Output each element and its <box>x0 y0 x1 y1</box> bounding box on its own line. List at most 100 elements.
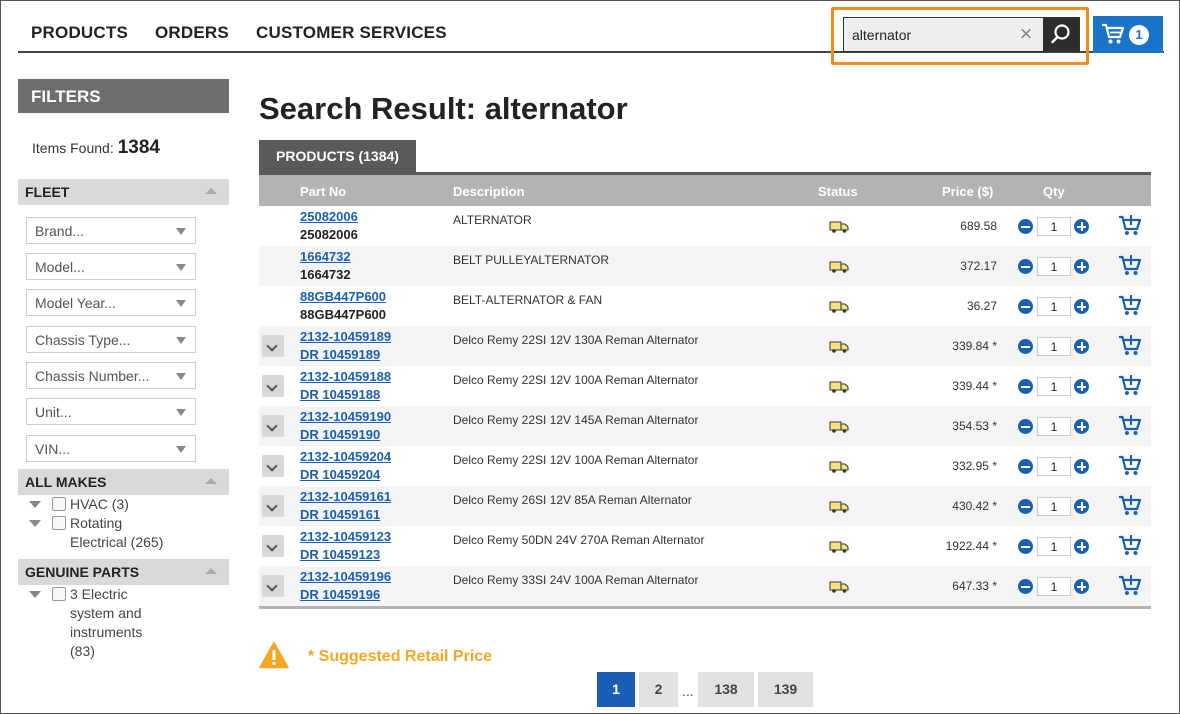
add-to-cart-icon[interactable] <box>1118 294 1142 316</box>
vin-select[interactable]: VIN... <box>26 435 196 462</box>
qty-increase-button[interactable] <box>1074 259 1089 274</box>
qty-input[interactable] <box>1037 297 1071 316</box>
qty-increase-button[interactable] <box>1074 219 1089 234</box>
qty-decrease-button[interactable] <box>1018 299 1033 314</box>
qty-decrease-button[interactable] <box>1018 259 1033 274</box>
add-to-cart-icon[interactable] <box>1118 214 1142 236</box>
column-header-part-no[interactable]: Part No <box>300 184 346 199</box>
dr-number-link[interactable]: DR 10459123 <box>300 547 380 562</box>
part-number-link[interactable]: 2132-10459190 <box>300 409 391 424</box>
qty-increase-button[interactable] <box>1074 419 1089 434</box>
qty-input[interactable] <box>1037 497 1071 516</box>
page-button-138[interactable]: 138 <box>698 672 754 707</box>
chassis-type-select[interactable]: Chassis Type... <box>26 326 196 353</box>
qty-decrease-button[interactable] <box>1018 499 1033 514</box>
column-header-description[interactable]: Description <box>453 184 525 199</box>
search-input[interactable] <box>844 18 1004 51</box>
page-button-2[interactable]: 2 <box>639 672 678 707</box>
qty-increase-button[interactable] <box>1074 499 1089 514</box>
rotating-electrical-checkbox[interactable] <box>52 516 66 530</box>
dr-number-link[interactable]: DR 10459189 <box>300 347 380 362</box>
search-button[interactable] <box>1043 18 1079 51</box>
qty-increase-button[interactable] <box>1074 299 1089 314</box>
unit-select[interactable]: Unit... <box>26 398 196 425</box>
expand-row-button[interactable] <box>262 415 284 437</box>
table-header: Part No Description Status Price ($) Qty <box>259 175 1151 206</box>
part-number-link[interactable]: 2132-10459204 <box>300 449 391 464</box>
fleet-section-header[interactable]: FLEET <box>18 179 229 205</box>
qty-decrease-button[interactable] <box>1018 339 1033 354</box>
qty-input[interactable] <box>1037 217 1071 236</box>
column-header-price[interactable]: Price ($) <box>942 184 993 199</box>
tab-products[interactable]: PRODUCTS (1384) <box>259 140 416 173</box>
model-select[interactable]: Model... <box>26 253 196 280</box>
qty-input[interactable] <box>1037 417 1071 436</box>
part-number-link[interactable]: 2132-10459123 <box>300 529 391 544</box>
chassis-number-select[interactable]: Chassis Number... <box>26 362 196 389</box>
add-to-cart-icon[interactable] <box>1118 334 1142 356</box>
expand-triangle-icon[interactable] <box>29 591 41 598</box>
dr-number-link[interactable]: DR 10459161 <box>300 507 380 522</box>
expand-triangle-icon[interactable] <box>29 520 41 527</box>
page-button-139[interactable]: 139 <box>758 672 813 707</box>
part-number-link[interactable]: 88GB447P600 <box>300 289 386 304</box>
part-number-link[interactable]: 2132-10459196 <box>300 569 391 584</box>
brand-select[interactable]: Brand... <box>26 217 196 244</box>
add-to-cart-icon[interactable] <box>1118 374 1142 396</box>
qty-increase-button[interactable] <box>1074 339 1089 354</box>
qty-input[interactable] <box>1037 577 1071 596</box>
expand-row-button[interactable] <box>262 575 284 597</box>
expand-row-button[interactable] <box>262 335 284 357</box>
qty-input[interactable] <box>1037 457 1071 476</box>
part-number-link[interactable]: 2132-10459188 <box>300 369 391 384</box>
collapse-caret-icon[interactable] <box>205 188 217 194</box>
hvac-checkbox[interactable] <box>52 497 66 511</box>
add-to-cart-icon[interactable] <box>1118 574 1142 596</box>
expand-row-button[interactable] <box>262 495 284 517</box>
part-number-link[interactable]: 1664732 <box>300 249 351 264</box>
qty-decrease-button[interactable] <box>1018 419 1033 434</box>
part-number-link[interactable]: 25082006 <box>300 209 358 224</box>
collapse-caret-icon[interactable] <box>205 568 217 574</box>
qty-increase-button[interactable] <box>1074 579 1089 594</box>
qty-decrease-button[interactable] <box>1018 579 1033 594</box>
collapse-caret-icon[interactable] <box>205 478 217 484</box>
expand-row-button[interactable] <box>262 455 284 477</box>
nav-orders[interactable]: ORDERS <box>155 23 229 43</box>
dr-number-link[interactable]: DR 10459196 <box>300 587 380 602</box>
nav-products[interactable]: PRODUCTS <box>31 23 128 43</box>
genuine-parts-section-header[interactable]: GENUINE PARTS <box>18 559 229 585</box>
dr-number-link[interactable]: DR 10459190 <box>300 427 380 442</box>
add-to-cart-icon[interactable] <box>1118 254 1142 276</box>
qty-input[interactable] <box>1037 377 1071 396</box>
dr-number-link[interactable]: DR 10459188 <box>300 387 380 402</box>
qty-decrease-button[interactable] <box>1018 219 1033 234</box>
clear-icon[interactable]: × <box>1014 22 1038 46</box>
page-button-1[interactable]: 1 <box>597 672 635 707</box>
qty-increase-button[interactable] <box>1074 539 1089 554</box>
part-number-link[interactable]: 2132-10459189 <box>300 329 391 344</box>
part-number-link[interactable]: 2132-10459161 <box>300 489 391 504</box>
qty-decrease-button[interactable] <box>1018 459 1033 474</box>
expand-row-button[interactable] <box>262 375 284 397</box>
cart-button[interactable]: 1 <box>1093 16 1163 53</box>
column-header-status[interactable]: Status <box>818 184 858 199</box>
expand-triangle-icon[interactable] <box>29 501 41 508</box>
qty-input[interactable] <box>1037 337 1071 356</box>
qty-decrease-button[interactable] <box>1018 539 1033 554</box>
qty-increase-button[interactable] <box>1074 459 1089 474</box>
qty-input[interactable] <box>1037 537 1071 556</box>
expand-row-button[interactable] <box>262 535 284 557</box>
all-makes-section-header[interactable]: ALL MAKES <box>18 469 229 495</box>
add-to-cart-icon[interactable] <box>1118 454 1142 476</box>
qty-decrease-button[interactable] <box>1018 379 1033 394</box>
dr-number-link[interactable]: DR 10459204 <box>300 467 380 482</box>
add-to-cart-icon[interactable] <box>1118 534 1142 556</box>
nav-customer-services[interactable]: CUSTOMER SERVICES <box>256 23 447 43</box>
electric-system-checkbox[interactable] <box>52 587 66 601</box>
model-year-select[interactable]: Model Year... <box>26 289 196 316</box>
qty-increase-button[interactable] <box>1074 379 1089 394</box>
qty-input[interactable] <box>1037 257 1071 276</box>
add-to-cart-icon[interactable] <box>1118 414 1142 436</box>
add-to-cart-icon[interactable] <box>1118 494 1142 516</box>
